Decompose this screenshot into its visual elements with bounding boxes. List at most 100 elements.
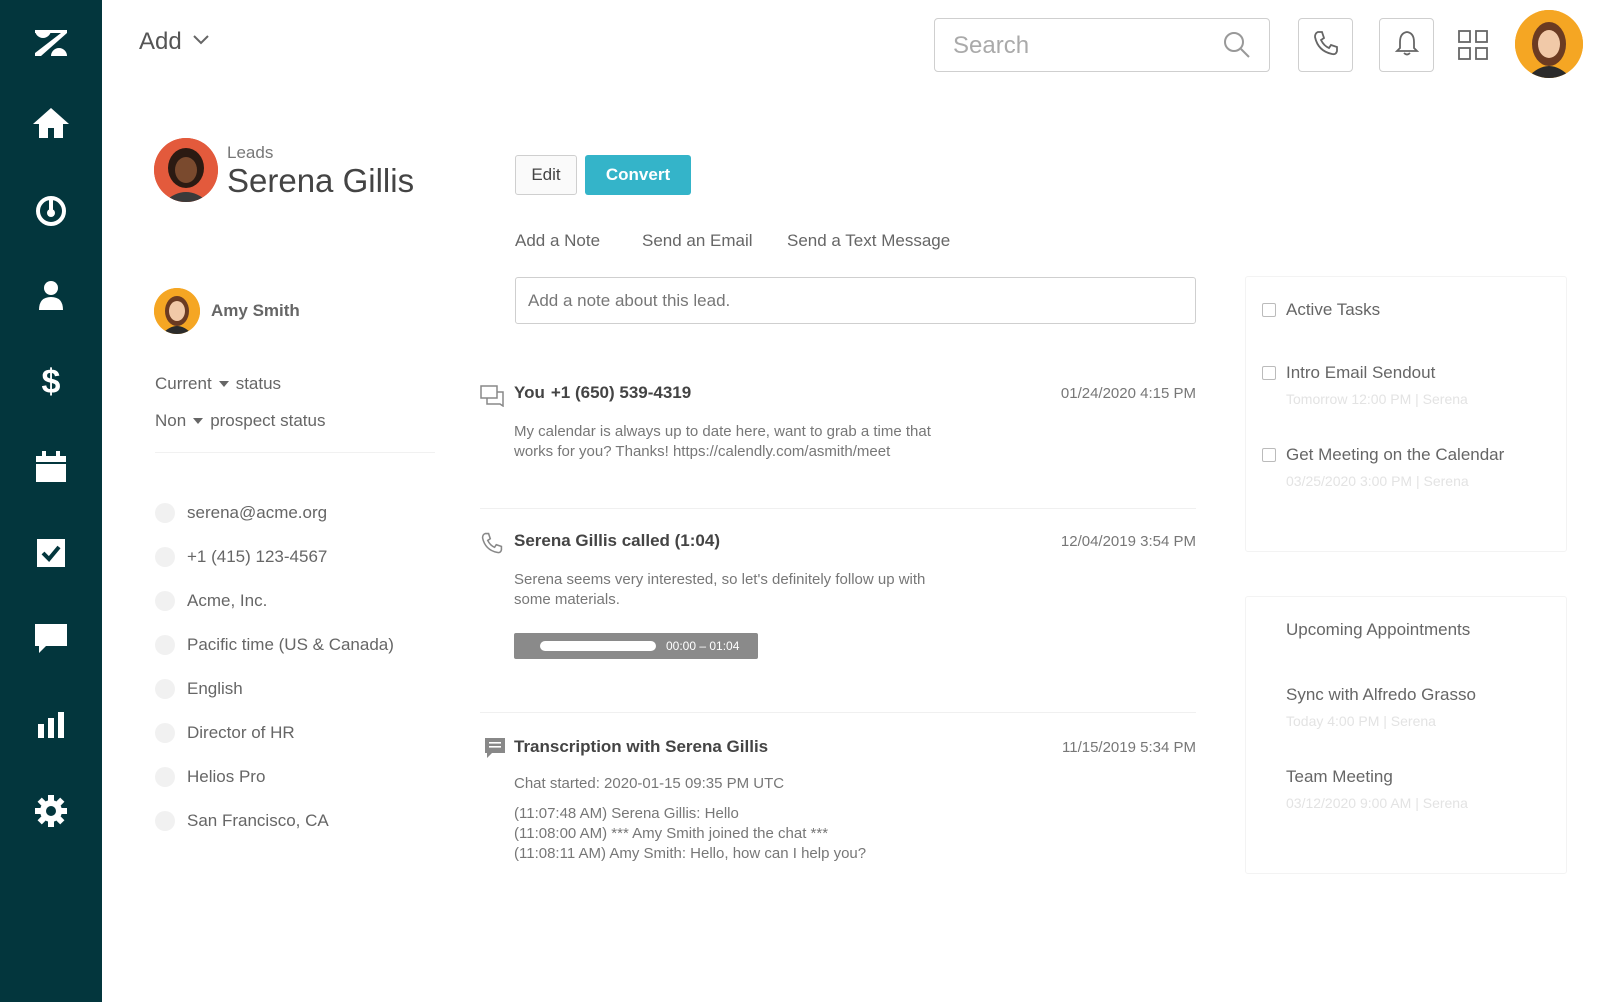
task-title[interactable]: Intro Email Sendout (1286, 363, 1468, 383)
feed-item-text-message: You +1 (650) 539-4319 01/24/2020 4:15 PM … (480, 383, 1196, 473)
product-icon (155, 767, 175, 787)
note-input[interactable] (515, 277, 1196, 324)
appointment-meta: 03/12/2020 9:00 AM | Serena (1286, 795, 1468, 811)
language-icon (155, 679, 175, 699)
send-email-tab[interactable]: Send an Email (642, 231, 753, 251)
task-checkbox[interactable] (1262, 366, 1276, 380)
user-avatar[interactable] (1515, 10, 1583, 78)
add-note-tab[interactable]: Add a Note (515, 231, 600, 251)
feed-body: My calendar is always up to date here, w… (514, 422, 954, 462)
appointment-item[interactable]: Sync with Alfredo Grasso Today 4:00 PM |… (1286, 685, 1476, 729)
lead-type-label: Leads (227, 143, 274, 162)
detail-value: Director of HR (187, 723, 295, 742)
feed-item-transcription: Transcription with Serena Gillis 11/15/2… (480, 737, 1196, 867)
feed-title: Serena Gillis called (1:04) (514, 531, 720, 550)
status-value: Current (155, 374, 212, 393)
send-text-tab[interactable]: Send a Text Message (787, 231, 950, 251)
task-title[interactable]: Get Meeting on the Calendar (1286, 445, 1504, 465)
audio-player[interactable]: 00:00 – 01:04 (514, 633, 758, 659)
chat-started: Chat started: 2020-01-15 09:35 PM UTC (514, 775, 785, 792)
feed-time: 01/24/2020 4:15 PM (1060, 385, 1196, 402)
detail-phone[interactable]: +1 (415) 123-4567 (155, 547, 327, 567)
chevron-down-icon (192, 33, 210, 51)
transcript-icon (484, 737, 506, 764)
detail-value: San Francisco, CA (187, 811, 329, 830)
contacts-icon[interactable] (0, 270, 102, 320)
panel-title: Active Tasks (1286, 300, 1381, 319)
appointment-item[interactable]: Team Meeting 03/12/2020 9:00 AM | Serena (1286, 767, 1468, 811)
feed-time: 12/04/2019 3:54 PM (1060, 533, 1196, 550)
status-value: Non (155, 411, 187, 430)
svg-text:$: $ (42, 363, 61, 399)
tasks-check-icon[interactable] (0, 528, 102, 578)
edit-button[interactable]: Edit (515, 155, 577, 195)
detail-value: serena@acme.org (187, 503, 328, 522)
audio-time: 00:00 – 01:04 (666, 639, 740, 653)
task-meta: 03/25/2020 3:00 PM | Serena (1286, 473, 1469, 489)
status-dropdown-prospect[interactable]: Non prospect status (155, 411, 325, 431)
transcript-lines: (11:07:48 AM) Serena Gillis: Hello (11:0… (514, 804, 954, 864)
feed-divider (480, 712, 1196, 713)
add-menu[interactable]: Add (139, 28, 210, 56)
detail-value: +1 (415) 123-4567 (187, 547, 328, 566)
feed-body-line: My calendar is always up to date here, w… (514, 423, 931, 440)
appointment-title: Sync with Alfredo Grasso (1286, 685, 1476, 704)
notifications-button[interactable] (1379, 18, 1434, 72)
caret-down-icon (218, 381, 229, 387)
appointment-meta: Today 4:00 PM | Serena (1286, 713, 1436, 729)
feed-title: Transcription with Serena Gillis (514, 737, 769, 756)
email-icon (155, 503, 175, 523)
detail-value: Pacific time (US & Canada) (187, 635, 394, 654)
calendar-icon[interactable] (0, 442, 102, 492)
feed-divider (480, 508, 1196, 509)
feed-sender: You (514, 383, 545, 402)
task-item: Intro Email Sendout Tomorrow 12:00 PM | … (1262, 363, 1468, 407)
active-tasks-header: Active Tasks (1262, 300, 1380, 320)
convert-button[interactable]: Convert (585, 155, 691, 195)
caret-down-icon (193, 418, 204, 424)
feed-body: Serena seems very interested, so let's d… (514, 570, 954, 610)
active-tasks-panel: Active Tasks Intro Email Sendout Tomorro… (1245, 276, 1567, 552)
feed-body-line: some materials. (514, 591, 620, 608)
phone-button[interactable] (1298, 18, 1353, 72)
briefcase-icon (155, 723, 175, 743)
feed-item-call: Serena Gillis called (1:04) 12/04/2019 3… (480, 531, 1196, 671)
chat-icon[interactable] (0, 614, 102, 664)
detail-email[interactable]: serena@acme.org (155, 503, 327, 523)
detail-timezone: Pacific time (US & Canada) (155, 635, 394, 655)
feed-phone[interactable]: +1 (650) 539-4319 (551, 383, 691, 402)
appointment-title: Team Meeting (1286, 767, 1393, 786)
transcript-line: (11:08:11 AM) Amy Smith: Hello, how can … (514, 845, 867, 862)
audio-progress-bar[interactable] (540, 641, 656, 651)
zendesk-logo-icon[interactable] (0, 18, 102, 68)
detail-location: San Francisco, CA (155, 811, 329, 831)
home-icon[interactable] (0, 98, 102, 148)
apps-grid-icon[interactable] (1458, 30, 1488, 65)
status-dropdown-current[interactable]: Current status (155, 374, 281, 394)
owner-avatar (154, 288, 200, 334)
reports-chart-icon[interactable] (0, 700, 102, 750)
detail-company: Acme, Inc. (155, 591, 267, 611)
status-label: prospect status (210, 411, 326, 430)
status-label: status (235, 374, 282, 393)
task-checkbox[interactable] (1262, 448, 1276, 462)
add-menu-label: Add (139, 28, 182, 55)
detail-value: Acme, Inc. (187, 591, 268, 610)
search-input[interactable] (953, 31, 1213, 61)
feed-title: You +1 (650) 539-4319 (514, 383, 691, 403)
checkbox-icon[interactable] (1262, 303, 1276, 317)
detail-value: Helios Pro (187, 767, 266, 786)
feed-body-line: works for you? Thanks! https://calendly.… (514, 443, 891, 460)
sales-funnel-icon[interactable] (0, 186, 102, 236)
task-item: Get Meeting on the Calendar 03/25/2020 3… (1262, 445, 1504, 489)
transcript-line: (11:08:00 AM) *** Amy Smith joined the c… (514, 825, 829, 842)
lead-avatar (154, 138, 218, 202)
lead-name: Serena Gillis (227, 162, 415, 199)
owner-name[interactable]: Amy Smith (211, 301, 300, 321)
settings-gear-icon[interactable] (0, 786, 102, 836)
deals-dollar-icon[interactable]: $ (0, 356, 102, 406)
phone-icon (155, 547, 175, 567)
task-meta: Tomorrow 12:00 PM | Serena (1286, 391, 1468, 407)
search-icon[interactable] (1223, 31, 1251, 64)
transcript-line: (11:07:48 AM) Serena Gillis: Hello (514, 805, 739, 822)
